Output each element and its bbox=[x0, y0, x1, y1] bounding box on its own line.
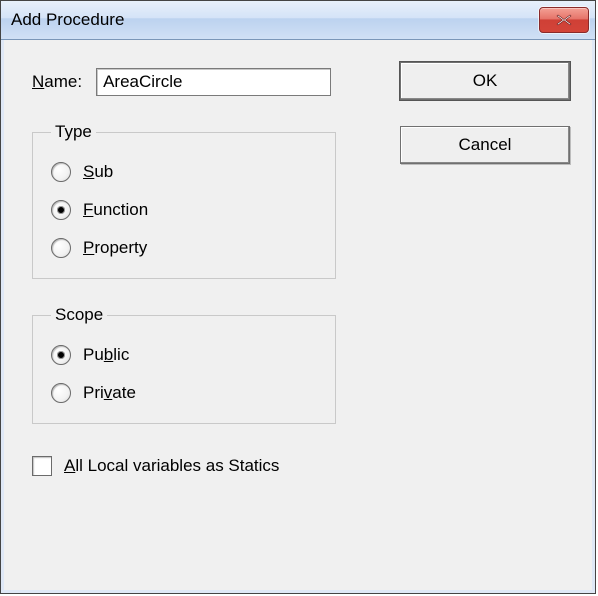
radio-indicator bbox=[51, 345, 71, 365]
name-label-accel: N bbox=[32, 72, 44, 91]
type-group: Type Sub Function Pro bbox=[32, 122, 336, 279]
radio-sub[interactable]: Sub bbox=[51, 162, 317, 182]
titlebar: Add Procedure bbox=[1, 1, 595, 40]
dialog-window: Add Procedure Name: OK Cancel Type bbox=[0, 0, 596, 594]
radio-function[interactable]: Function bbox=[51, 200, 317, 220]
type-radiogroup: Sub Function Property bbox=[51, 162, 317, 258]
radio-property[interactable]: Property bbox=[51, 238, 317, 258]
scope-radiogroup: Public Private bbox=[51, 345, 317, 403]
dialog-body: Name: OK Cancel Type Sub bbox=[1, 40, 595, 593]
type-legend: Type bbox=[51, 122, 96, 142]
radio-public-label: Public bbox=[83, 345, 129, 365]
radio-indicator bbox=[51, 383, 71, 403]
name-input[interactable] bbox=[96, 68, 331, 96]
scope-group: Scope Public Private bbox=[32, 305, 336, 424]
radio-private[interactable]: Private bbox=[51, 383, 317, 403]
name-label: Name: bbox=[32, 72, 82, 92]
radio-property-label: Property bbox=[83, 238, 147, 258]
radio-sub-label: Sub bbox=[83, 162, 113, 182]
ok-button-label: OK bbox=[473, 71, 498, 91]
radio-indicator bbox=[51, 162, 71, 182]
close-button[interactable] bbox=[539, 7, 589, 33]
cancel-button-label: Cancel bbox=[459, 135, 512, 155]
window-title: Add Procedure bbox=[11, 10, 124, 30]
scope-legend: Scope bbox=[51, 305, 107, 325]
statics-checkbox bbox=[32, 456, 52, 476]
dialog-buttons: OK Cancel bbox=[400, 62, 570, 164]
statics-label: All Local variables as Statics bbox=[64, 456, 279, 476]
radio-private-label: Private bbox=[83, 383, 136, 403]
statics-checkbox-row[interactable]: All Local variables as Statics bbox=[32, 456, 570, 476]
ok-button[interactable]: OK bbox=[400, 62, 570, 100]
close-icon bbox=[556, 14, 572, 26]
name-label-rest: ame: bbox=[44, 72, 82, 91]
radio-indicator bbox=[51, 200, 71, 220]
radio-indicator bbox=[51, 238, 71, 258]
radio-function-label: Function bbox=[83, 200, 148, 220]
radio-public[interactable]: Public bbox=[51, 345, 317, 365]
cancel-button[interactable]: Cancel bbox=[400, 126, 570, 164]
